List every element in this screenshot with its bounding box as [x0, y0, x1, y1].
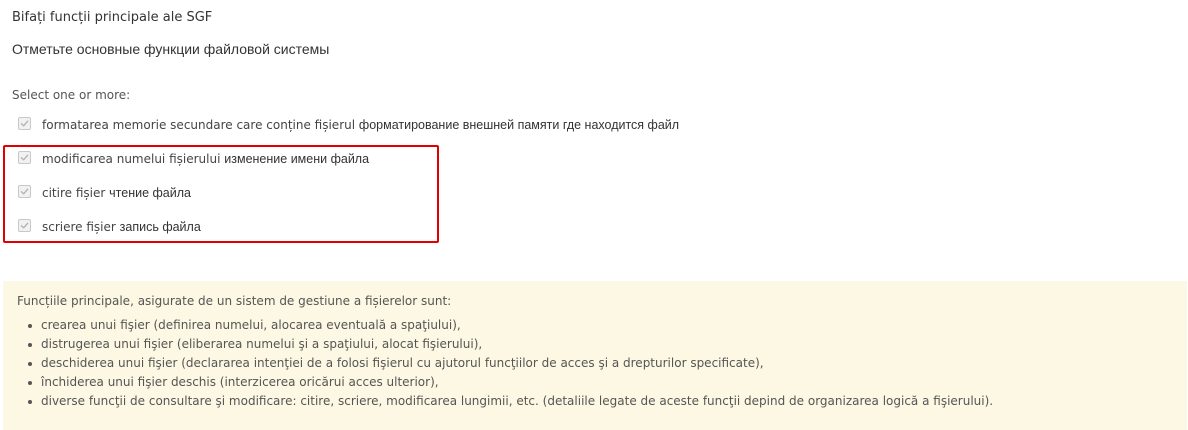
answer-text-ru: форматирование внешней памяти где находи… [358, 118, 680, 132]
feedback-list: crearea unui fişier (definirea numelui, … [17, 316, 1187, 411]
answer-option-label: modificarea numelui fișierului изменение… [42, 152, 369, 166]
answer-options: formatarea memorie secundare care conțin… [18, 115, 679, 237]
answer-option-label: citire fișier чтение файла [42, 186, 191, 200]
answer-option[interactable]: modificarea numelui fișierului изменение… [18, 149, 679, 169]
list-item: crearea unui fişier (definirea numelui, … [28, 316, 1187, 335]
feedback-intro: Funcțiile principale, asigurate de un si… [17, 294, 452, 308]
answer-text-ro: scriere fișier [42, 220, 116, 234]
checkmark-icon [20, 120, 29, 126]
quiz-question-panel: Bifați funcții principale ale SGF Отметь… [0, 0, 1188, 430]
answer-option[interactable]: scriere fișier запись файла [18, 217, 679, 237]
list-item: deschiderea unui fişier (declararea inte… [28, 354, 1187, 373]
checkbox[interactable] [18, 184, 31, 198]
answer-option-label: scriere fișier запись файла [42, 220, 201, 234]
answer-text-ro: modificarea numelui fișierului [42, 152, 221, 166]
answer-text-ro: citire fișier [42, 186, 106, 200]
checkbox[interactable] [18, 116, 31, 130]
list-item: închiderea unui fişier deschis (interzic… [28, 373, 1187, 392]
answer-text-ro: formatarea memorie secundare care conțin… [42, 118, 356, 132]
select-prompt: Select one or more: [12, 88, 131, 102]
list-item: distrugerea unui fişier (eliberarea nume… [28, 335, 1187, 354]
general-feedback-panel: Funcțiile principale, asigurate de un si… [3, 281, 1187, 430]
answer-text-ru: запись файла [119, 220, 201, 234]
checkbox[interactable] [18, 218, 31, 232]
checkbox[interactable] [18, 150, 31, 164]
answer-text-ru: изменение имени файла [224, 152, 370, 166]
answer-option[interactable]: citire fișier чтение файла [18, 183, 679, 203]
checkmark-icon [20, 154, 29, 160]
answer-option-label: formatarea memorie secundare care conțin… [42, 118, 679, 132]
answer-option[interactable]: formatarea memorie secundare care conțin… [18, 115, 679, 135]
checkmark-icon [20, 222, 29, 228]
checkmark-icon [20, 188, 29, 194]
answer-text-ru: чтение файла [109, 186, 191, 200]
list-item: diverse funcţii de consultare şi modific… [28, 392, 1187, 411]
question-text-ru: Отметьте основные функции файловой систе… [12, 41, 330, 57]
question-text-ro: Bifați funcții principale ale SGF [12, 10, 213, 25]
